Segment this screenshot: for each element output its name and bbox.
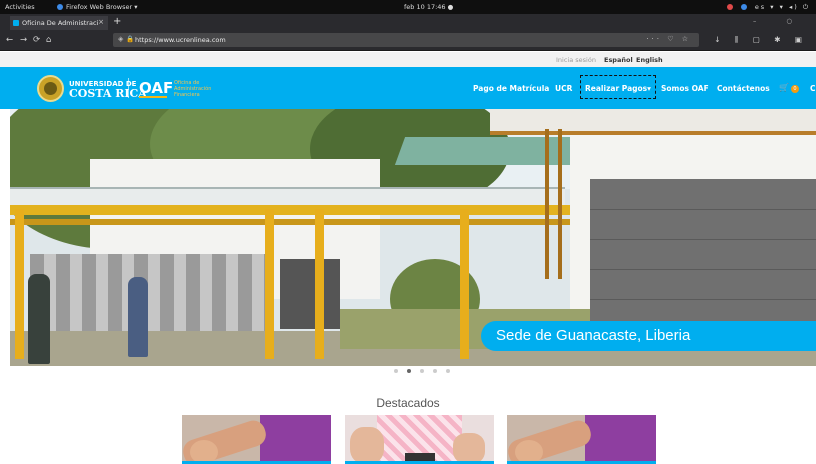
hero-yellow-beam [10, 219, 570, 225]
logo-divider [128, 78, 129, 98]
hero-dark-blocks [280, 259, 340, 329]
reload-icon[interactable]: ⟳ [33, 35, 40, 45]
app-menu[interactable]: Firefox Web Browser ▾ [57, 3, 137, 11]
app-indicator-icon[interactable] [740, 4, 747, 10]
hero-wood-post [558, 129, 562, 279]
nav-realizar-pagos-label: Realizar Pagos [585, 84, 648, 93]
hero-block-line [590, 209, 816, 210]
hero-banner[interactable]: Sede de Guanacaste, Liberia [10, 109, 816, 366]
hero-wood-post [545, 129, 549, 279]
oaf-subtitle-line: Financiera [174, 92, 200, 98]
oaf-logo[interactable]: OAF [139, 79, 173, 97]
hero-yellow-column [15, 209, 24, 359]
volume-icon[interactable]: ◂) [789, 3, 799, 11]
system-tray[interactable]: es ▾ ▾ ◂) ⏻ [726, 3, 810, 12]
university-seal-icon[interactable] [37, 75, 64, 102]
toolbar-icons[interactable]: ↓ ⫼ ▢ ✱ ▣ [714, 35, 808, 45]
site-favicon-icon [13, 20, 19, 26]
featured-card[interactable] [345, 415, 494, 464]
hero-block-line [590, 269, 816, 270]
nav-ucr[interactable]: UCR [555, 84, 572, 93]
hero-yellow-beam [10, 205, 570, 215]
url-bar[interactable]: ◈ 🔒 https://www.ucrenlinea.com ··· ♡ ☆ [113, 33, 699, 47]
page-actions-icon[interactable]: ··· ♡ ☆ [646, 35, 691, 43]
keyboard-layout-indicator[interactable]: es ▾ [755, 3, 776, 11]
card-image-hand [350, 427, 384, 464]
featured-card[interactable] [507, 415, 656, 464]
card-image-hand [453, 433, 485, 464]
hero-person [128, 277, 148, 357]
app-menu-label: Firefox Web Browser ▾ [66, 3, 138, 11]
hero-walkway-roof [10, 187, 565, 205]
activities-button[interactable]: Activities [5, 3, 35, 11]
cart-count: 0 [793, 86, 797, 92]
language-en-link[interactable]: English [636, 56, 663, 64]
carousel-dot[interactable] [433, 369, 438, 373]
card-image-shirt [260, 415, 331, 464]
oaf-subtitle: Oficina de Administración Financiera [174, 80, 211, 98]
browser-tab[interactable]: Oficina De Administraci × [10, 16, 108, 30]
hero-block-fence [30, 254, 270, 334]
forward-icon[interactable]: → [20, 35, 27, 45]
hero-block-wall [590, 179, 816, 329]
system-top-bar: Activities Firefox Web Browser ▾ feb 10 … [0, 0, 816, 14]
carousel-dot[interactable] [446, 369, 451, 373]
hero-yellow-column [265, 209, 274, 359]
firefox-icon [57, 4, 63, 10]
hero-block-line [590, 299, 816, 300]
utility-bar: Inicia sesión Español English [0, 52, 816, 67]
power-icon[interactable]: ⏻ [803, 3, 810, 11]
section-title: Destacados [376, 396, 440, 410]
lock-icon[interactable]: 🔒 [126, 35, 134, 43]
hero-person [28, 274, 50, 364]
hero-yellow-column [315, 209, 324, 359]
carousel-dot-active[interactable] [407, 369, 412, 373]
system-clock[interactable]: feb 10 17:46 ● [404, 3, 453, 11]
home-icon[interactable]: ⌂ [46, 35, 51, 45]
site-header: UNIVERSIDAD DE COSTA RICA OAF Oficina de… [0, 67, 816, 109]
chevron-down-icon: ▾ [647, 84, 651, 93]
carousel-indicators [394, 369, 454, 375]
university-name-line2[interactable]: COSTA RICA [69, 87, 147, 100]
card-image-shirt [585, 415, 656, 464]
tab-bar: Oficina De Administraci × + – ○ [0, 14, 816, 30]
back-icon[interactable]: ← [6, 35, 13, 45]
tab-title: Oficina De Administraci [22, 19, 99, 27]
oaf-underline [139, 96, 167, 98]
nav-realizar-pagos[interactable]: Realizar Pagos▾ [585, 84, 651, 93]
new-tab-button[interactable]: + [113, 16, 121, 27]
hero-yellow-column [460, 209, 469, 359]
language-es-link[interactable]: Español [604, 56, 633, 64]
featured-card[interactable] [182, 415, 331, 464]
notification-icon[interactable] [726, 4, 733, 10]
nav-pago-matricula[interactable]: Pago de Matrícula [473, 84, 549, 93]
window-controls[interactable]: – ○ [753, 17, 806, 25]
tracking-shield-icon[interactable]: ◈ [118, 35, 123, 43]
hero-roof [490, 109, 816, 135]
login-link[interactable]: Inicia sesión [556, 56, 596, 64]
nav-contactenos[interactable]: Contáctenos [717, 84, 770, 93]
network-icon[interactable]: ▾ [780, 3, 785, 11]
close-tab-icon[interactable]: × [98, 18, 104, 26]
carousel-dot[interactable] [394, 369, 398, 373]
hero-caption[interactable]: Sede de Guanacaste, Liberia [481, 321, 816, 351]
hero-green-roof [394, 137, 586, 165]
url-text[interactable]: https://www.ucrenlinea.com [135, 36, 226, 44]
nav-overflow-item[interactable]: C [810, 84, 816, 93]
nav-somos-oaf[interactable]: Somos OAF [661, 84, 709, 93]
hero-block-line [590, 239, 816, 240]
carousel-dot[interactable] [420, 369, 425, 373]
cart-icon[interactable]: 🛒 [779, 83, 789, 92]
navigation-toolbar: ← → ⟳ ⌂ ◈ 🔒 https://www.ucrenlinea.com ·… [0, 30, 816, 51]
